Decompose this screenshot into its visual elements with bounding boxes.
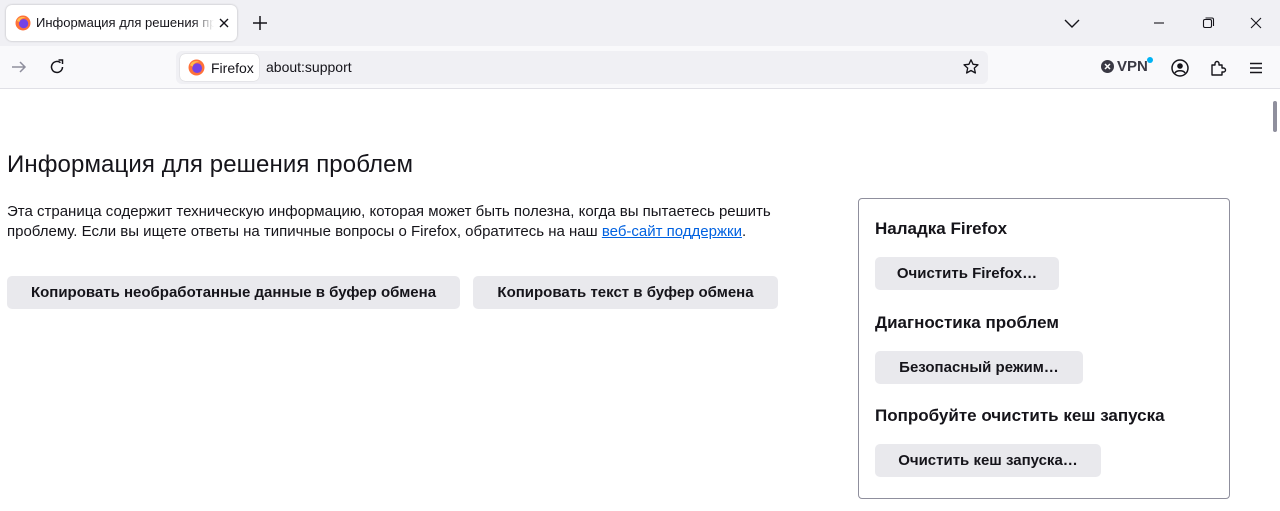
firefox-icon <box>15 15 31 31</box>
refresh-firefox-button[interactable]: Очистить Firefox… <box>875 257 1059 290</box>
refresh-heading: Наладка Firefox <box>875 219 1008 238</box>
scrollbar-thumb[interactable] <box>1273 101 1277 132</box>
close-icon[interactable] <box>1249 16 1263 30</box>
startup-cache-heading: Попробуйте очистить кеш запуска <box>875 406 1165 425</box>
extensions-puzzle-icon[interactable] <box>1208 58 1228 78</box>
identity-label: Firefox <box>211 60 254 76</box>
page-content: Информация для решения проблем Эта стран… <box>0 90 1280 511</box>
url-text[interactable]: about:support <box>266 59 352 75</box>
new-tab-plus-icon[interactable] <box>250 13 270 33</box>
url-bar[interactable]: Firefox about:support <box>176 51 988 84</box>
nav-bar: Firefox about:support VPN <box>0 46 1280 89</box>
tab-close-icon[interactable] <box>216 15 232 31</box>
bookmark-star-icon[interactable] <box>962 58 980 76</box>
troubleshooting-sidebox: Наладка Firefox Очистить Firefox… Диагно… <box>858 198 1230 499</box>
support-site-link[interactable]: веб-сайт поддержки <box>602 223 742 240</box>
copy-text-button[interactable]: Копировать текст в буфер обмена <box>473 276 778 309</box>
copy-raw-data-button[interactable]: Копировать необработанные данные в буфер… <box>7 276 460 309</box>
description-end: . <box>741 223 747 240</box>
maximize-icon[interactable] <box>1201 16 1215 30</box>
tab-active[interactable]: Информация для решения проблем <box>6 5 237 41</box>
tab-strip: Информация для решения проблем <box>0 0 1280 46</box>
vpn-label: VPN <box>1117 58 1148 75</box>
hamburger-menu-icon[interactable] <box>1247 59 1265 77</box>
minimize-icon[interactable] <box>1152 16 1166 30</box>
safe-mode-button[interactable]: Безопасный режим… <box>875 351 1083 384</box>
chevron-down-icon[interactable] <box>1063 15 1081 31</box>
diagnostics-heading: Диагностика проблем <box>875 313 1059 332</box>
page-title: Информация для решения проблем <box>7 151 414 178</box>
clear-startup-cache-button[interactable]: Очистить кеш запуска… <box>875 444 1101 477</box>
identity-box[interactable]: Firefox <box>180 54 259 81</box>
page-description: Эта страница содержит техническую информ… <box>7 202 827 242</box>
vpn-button[interactable]: VPN <box>1098 57 1154 79</box>
firefox-icon <box>188 59 205 76</box>
tab-title: Информация для решения проблем <box>36 15 214 30</box>
account-icon[interactable] <box>1170 58 1190 78</box>
vpn-off-icon <box>1101 60 1114 73</box>
arrow-forward-icon[interactable] <box>10 58 28 76</box>
reload-icon[interactable] <box>48 58 66 76</box>
vpn-status-dot <box>1147 57 1153 63</box>
